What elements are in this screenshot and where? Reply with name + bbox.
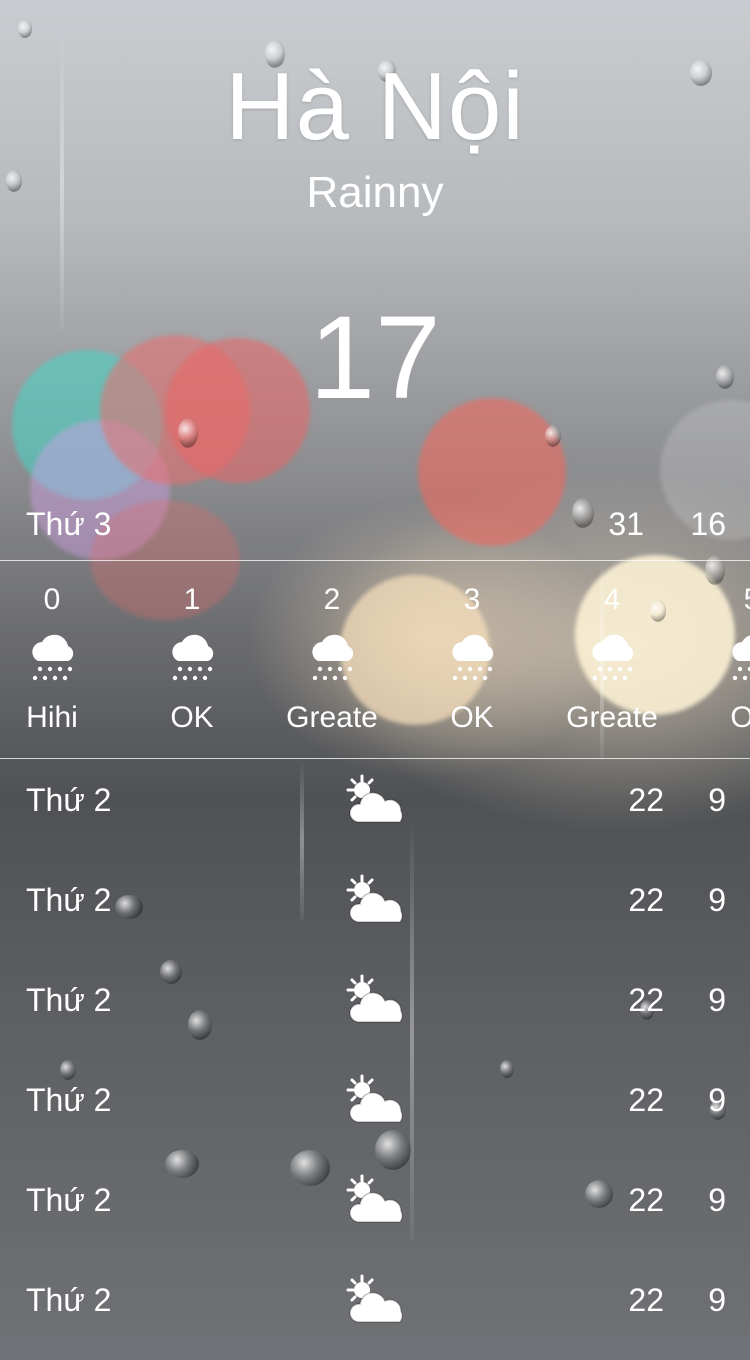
day-name: Thứ 2 <box>26 1282 112 1318</box>
day-high-temp: 22 <box>628 782 664 818</box>
daily-row: Thứ 2 22 9 <box>0 1060 750 1160</box>
daily-row: Thứ 2 22 9 <box>0 860 750 960</box>
day-low-temp: 9 <box>708 882 726 918</box>
hour-note: OK <box>450 701 494 734</box>
partly-cloudy-icon <box>346 1174 403 1223</box>
day-name: Thứ 2 <box>26 782 112 818</box>
hourly-item: 5 OK <box>692 561 750 758</box>
rain-cloud-icon <box>452 634 494 681</box>
partly-cloudy-icon <box>346 1274 403 1323</box>
today-high-temp: 31 <box>608 506 644 542</box>
hour-note: Greate <box>566 701 658 734</box>
weather-screen: Hà Nội Rainny 17 Thứ 3 31 16 0 Hihi 1 OK… <box>0 0 750 1334</box>
hour-label: 0 <box>43 583 61 616</box>
rain-cloud-icon <box>312 634 354 681</box>
day-low-temp: 9 <box>708 782 726 818</box>
hourly-forecast-scroller[interactable]: 0 Hihi 1 OK 2 Greate 3 OK 4 Greate O <box>0 561 750 758</box>
day-high-temp: 22 <box>628 1282 664 1318</box>
current-temperature: 17 <box>309 292 441 424</box>
hourly-item: 4 Greate <box>552 561 672 758</box>
today-low-temp: 16 <box>690 506 726 542</box>
hour-note: OK <box>170 701 214 734</box>
day-name: Thứ 2 <box>26 982 112 1018</box>
hour-label: 2 <box>323 583 341 616</box>
partly-cloudy-icon <box>346 1074 403 1123</box>
day-name: Thứ 2 <box>26 882 112 918</box>
rain-cloud-icon <box>732 635 750 681</box>
today-summary-row: Thứ 3 31 16 <box>0 500 750 548</box>
partly-cloudy-icon <box>346 874 403 923</box>
hourly-item: 1 OK <box>132 561 252 758</box>
hour-label: 4 <box>603 583 621 616</box>
daily-row: Thứ 2 22 9 <box>0 1260 750 1360</box>
rain-cloud-icon <box>592 634 634 681</box>
hour-note: Hihi <box>26 701 78 734</box>
day-low-temp: 9 <box>708 982 726 1018</box>
hourly-item: 3 OK <box>412 561 532 758</box>
today-day-label: Thứ 3 <box>26 506 112 542</box>
daily-row: Thứ 2 22 9 <box>0 1160 750 1260</box>
daily-row: Thứ 2 22 9 <box>0 960 750 1060</box>
day-low-temp: 9 <box>708 1282 726 1318</box>
day-name: Thứ 2 <box>26 1082 112 1118</box>
daily-row: Thứ 2 22 9 <box>0 760 750 860</box>
partly-cloudy-icon <box>346 974 403 1023</box>
partly-cloudy-icon <box>346 774 403 823</box>
hour-label: 5 <box>692 583 750 617</box>
day-high-temp: 22 <box>628 1182 664 1218</box>
hour-note: OK <box>730 701 750 734</box>
hourly-item: 2 Greate <box>272 561 392 758</box>
day-high-temp: 22 <box>628 1082 664 1118</box>
day-low-temp: 9 <box>708 1082 726 1118</box>
city-name: Hà Nội <box>225 53 525 160</box>
rain-cloud-icon <box>32 634 74 681</box>
weather-condition: Rainny <box>306 168 444 217</box>
hourly-bottom-divider <box>0 758 750 759</box>
day-high-temp: 22 <box>628 982 664 1018</box>
rain-cloud-icon <box>172 634 214 681</box>
hourly-item: 0 Hihi <box>0 561 112 758</box>
hour-label: 1 <box>183 583 201 616</box>
day-low-temp: 9 <box>708 1182 726 1218</box>
day-name: Thứ 2 <box>26 1182 112 1218</box>
hour-note: Greate <box>286 701 378 734</box>
day-high-temp: 22 <box>628 882 664 918</box>
hour-label: 3 <box>463 583 481 616</box>
